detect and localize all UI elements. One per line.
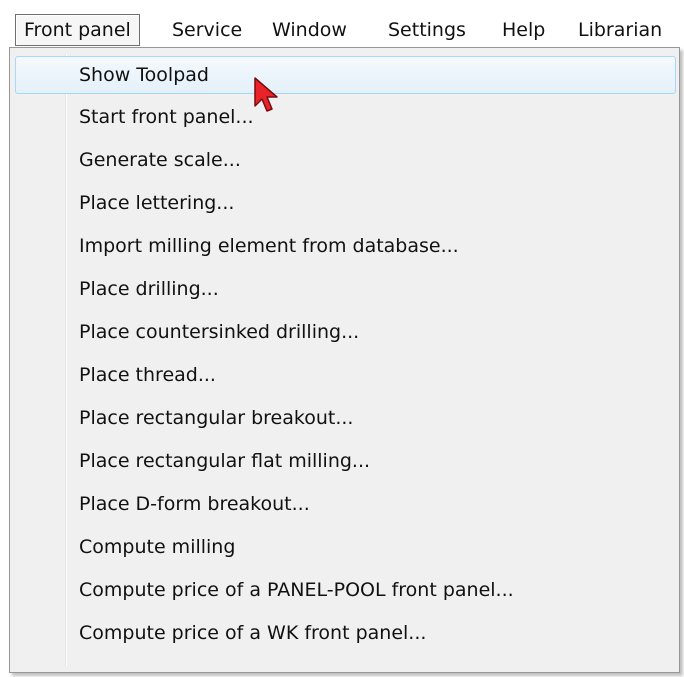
menu-item-place-countersinked-drilling[interactable]: Place countersinked drilling...: [10, 311, 679, 353]
menu-item-label: Show Toolpad: [79, 64, 209, 86]
menu-item-label: Import milling element from database...: [79, 235, 459, 257]
menu-item-compute-milling[interactable]: Compute milling: [10, 526, 679, 568]
menu-item-label: Place D-form breakout...: [79, 493, 310, 515]
menu-item-place-d-form-breakout[interactable]: Place D-form breakout...: [10, 483, 679, 525]
menu-window[interactable]: Window: [272, 14, 347, 46]
menu-item-show-toolpad[interactable]: Show Toolpad: [10, 54, 679, 96]
menu-item-label: Place thread...: [79, 364, 216, 386]
menu-item-label: Place countersinked drilling...: [79, 321, 360, 343]
menu-item-label: Compute milling: [79, 536, 236, 558]
menu-item-label: Place lettering...: [79, 192, 235, 214]
menu-help[interactable]: Help: [502, 14, 545, 46]
menu-item-place-drilling[interactable]: Place drilling...: [10, 268, 679, 310]
menu-item-place-rectangular-flat-milling[interactable]: Place rectangular flat milling...: [10, 440, 679, 482]
menu-item-label: Place rectangular flat milling...: [79, 450, 371, 472]
menu-item-label: Place rectangular breakout...: [79, 407, 354, 429]
menu-item-compute-price-panel-pool[interactable]: Compute price of a PANEL-POOL front pane…: [10, 569, 679, 611]
app-window: Front panel Service Window Settings Help…: [0, 0, 684, 677]
mouse-pointer-icon: [254, 77, 278, 112]
menu-bar: Front panel Service Window Settings Help…: [0, 0, 684, 50]
menu-item-generate-scale[interactable]: Generate scale...: [10, 139, 679, 181]
menu-item-label: Compute price of a WK front panel...: [79, 622, 427, 644]
menu-item-place-rectangular-breakout[interactable]: Place rectangular breakout...: [10, 397, 679, 439]
menu-settings[interactable]: Settings: [388, 14, 466, 46]
menu-item-label: Generate scale...: [79, 149, 241, 171]
menu-item-start-front-panel[interactable]: Start front panel...: [10, 96, 679, 138]
menu-item-place-thread[interactable]: Place thread...: [10, 354, 679, 396]
menu-item-import-milling-element[interactable]: Import milling element from database...: [10, 225, 679, 267]
menu-item-compute-price-wk[interactable]: Compute price of a WK front panel...: [10, 612, 679, 654]
menu-service[interactable]: Service: [172, 14, 242, 46]
front-panel-dropdown-menu: Show Toolpad Start front panel... Genera…: [9, 47, 680, 673]
menu-front-panel[interactable]: Front panel: [15, 14, 140, 46]
menu-item-label: Start front panel...: [79, 106, 254, 128]
menu-librarian[interactable]: Librarian: [578, 14, 662, 46]
menu-item-label: Place drilling...: [79, 278, 219, 300]
menu-item-label: Compute price of a PANEL-POOL front pane…: [79, 579, 514, 601]
menu-item-place-lettering[interactable]: Place lettering...: [10, 182, 679, 224]
